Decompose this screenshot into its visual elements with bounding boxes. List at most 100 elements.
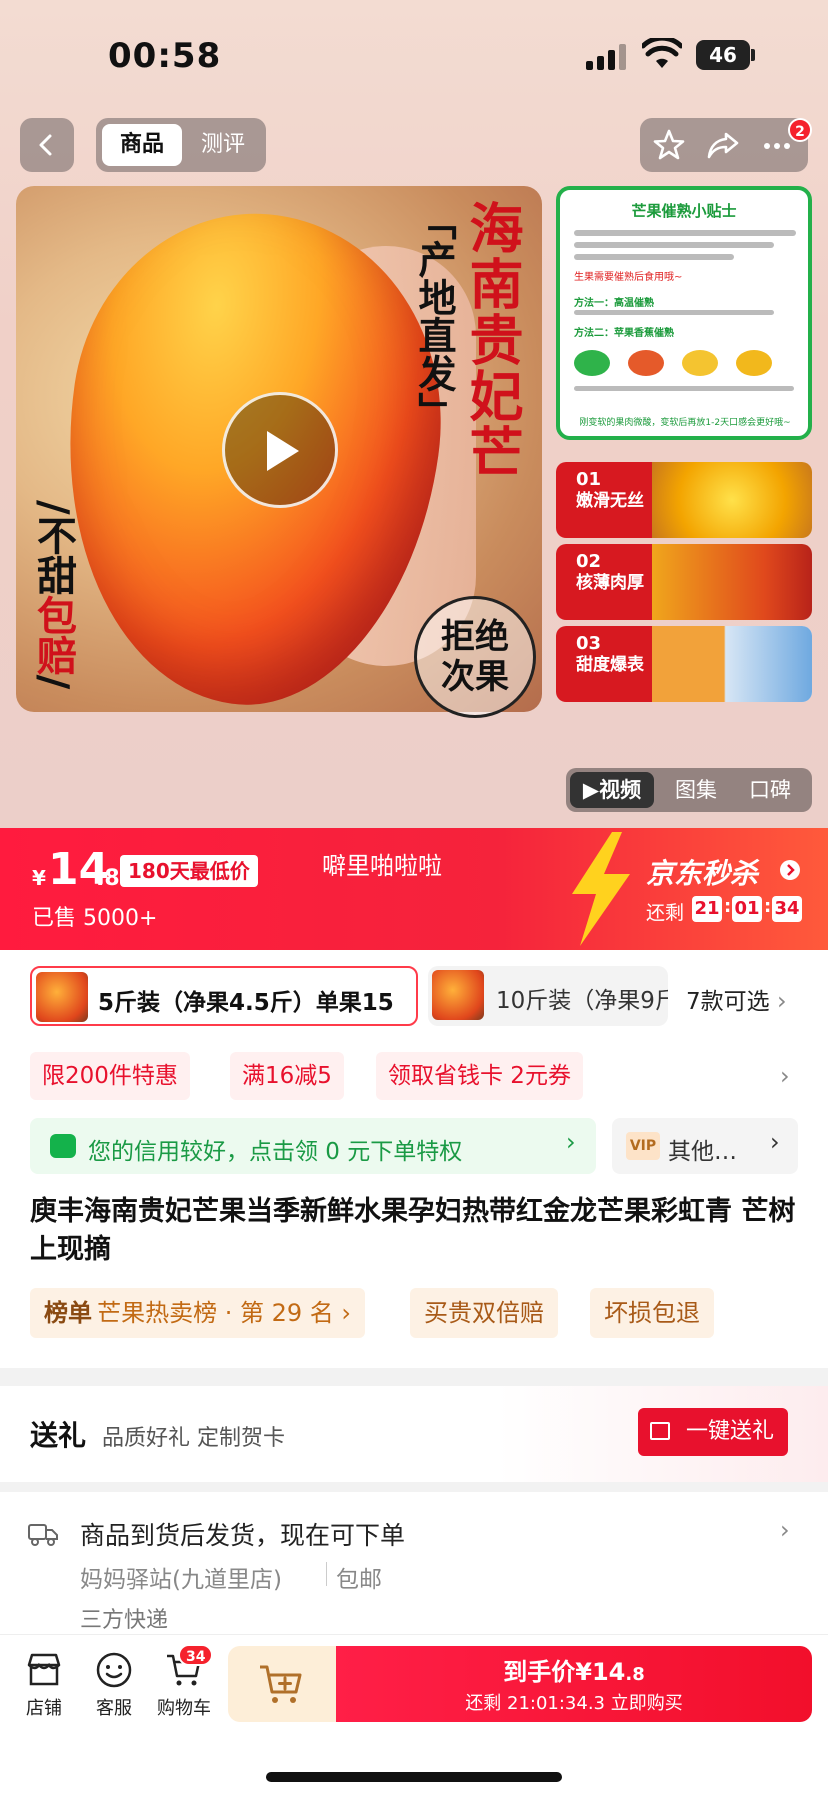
battery-indicator: 46 <box>696 40 750 70</box>
mango-cut-icon <box>736 350 772 376</box>
hero-title-text: 海南贵妃芒 <box>460 200 524 480</box>
play-video-button[interactable] <box>222 392 338 508</box>
shipping-chevron-icon[interactable]: › <box>780 1516 790 1544</box>
feature-number: 02 <box>576 551 602 572</box>
spec-thumbnail <box>432 970 484 1020</box>
chevron-right-icon: › <box>566 1128 576 1156</box>
seckill-arrow-icon[interactable] <box>780 860 800 880</box>
lightning-icon <box>572 832 630 946</box>
tab-review[interactable]: 测评 <box>186 124 260 166</box>
back-button[interactable] <box>20 118 74 172</box>
tip-text-line <box>574 254 734 260</box>
promo-tag[interactable]: 限200件特惠 <box>30 1052 190 1100</box>
feature-label: 02 核薄肉厚 <box>556 544 652 620</box>
feature-thumbnail-1[interactable]: 01 嫩滑无丝 <box>556 462 812 538</box>
price-currency: ¥ <box>32 866 46 890</box>
send-gift-button[interactable]: 一键送礼 <box>638 1408 788 1456</box>
tip-warning: 生果需要催熟后食用哦~ <box>574 272 683 283</box>
play-icon <box>267 431 299 471</box>
feature-thumbnail-2[interactable]: 02 核薄肉厚 <box>556 544 812 620</box>
countdown-label: 还剩 <box>646 902 685 924</box>
not-sweet-refund-text: /不甜包赔/ <box>30 500 77 690</box>
spec-option[interactable]: 10斤装（净果9斤） <box>428 966 668 1026</box>
spec-more-label: 7款可选 <box>686 989 770 1015</box>
tip-method-2: 方法二：苹果香蕉催熟 <box>574 328 674 339</box>
promo-tag[interactable]: 满16减5 <box>230 1052 344 1100</box>
promo-tag[interactable]: 领取省钱卡 2元券 <box>376 1052 583 1100</box>
feature-image <box>652 626 812 702</box>
send-gift-label: 一键送礼 <box>685 1419 774 1444</box>
media-tab-gallery[interactable]: 图集 <box>658 772 734 808</box>
shopping-bag-icon <box>50 1134 76 1158</box>
ranking-badge[interactable]: 榜单 芒果热卖榜 · 第 29 名 › <box>30 1288 366 1338</box>
vip-privilege-button[interactable]: VIP 其他… › <box>612 1118 798 1174</box>
chevron-right-icon: › <box>776 987 787 1015</box>
seckill-label[interactable]: 京东秒杀 <box>646 852 758 892</box>
feature-image <box>652 462 812 538</box>
divider <box>326 1562 327 1586</box>
store-icon <box>27 1653 61 1686</box>
stamp-text: 拒绝次果 <box>441 617 509 697</box>
feature-text: 嫩滑无丝 <box>576 491 644 511</box>
buy-price-decimal: .8 <box>625 1664 645 1685</box>
feature-text: 核薄肉厚 <box>576 573 644 593</box>
tip-footer: 刚变软的果肉微酸，变软后再放1-2天口感会更好哦~ <box>579 418 791 428</box>
origin-text: 「产地直发」 <box>412 202 457 430</box>
wifi-icon <box>642 38 682 68</box>
spec-thumbnail <box>36 972 88 1022</box>
price-decimal: .8 <box>96 866 120 891</box>
credit-privilege-bar[interactable]: 您的信用较好，点击领 0 元下单特权 › <box>30 1118 596 1174</box>
free-shipping: 包邮 <box>336 1567 382 1593</box>
buy-price-symbol: ¥ <box>575 1658 592 1686</box>
buy-price-label: 到手价 <box>503 1658 576 1686</box>
vip-badge: VIP <box>626 1132 660 1160</box>
ripening-tips-thumbnail[interactable]: 芒果催熟小贴士 生果需要催熟后食用哦~ 方法一：高温催熟 方法二：苹果香蕉催熟 … <box>556 186 812 440</box>
product-title: 庾丰海南贵妃芒果当季新鲜水果孕妇热带红金龙芒果彩虹青 芒树上现摘 <box>30 1196 796 1265</box>
banner-slogan: 噼里啪啦啦 <box>322 852 442 880</box>
mango-apple-icon <box>628 350 664 376</box>
mango-green-icon <box>574 350 610 376</box>
spec-option-selected[interactable]: 5斤装（净果4.5斤）单果15 <box>30 966 418 1026</box>
star-icon[interactable] <box>652 128 686 162</box>
feature-thumbnail-3[interactable]: 03 甜度爆表 <box>556 626 812 702</box>
feature-label: 01 嫩滑无丝 <box>556 462 652 538</box>
sold-count: 已售 5000+ <box>32 906 158 931</box>
feature-number: 03 <box>576 633 602 654</box>
credit-text: 您的信用较好，点击领 0 元下单特权 <box>88 1139 463 1165</box>
media-tab-video[interactable]: ▶视频 <box>570 772 654 808</box>
gift-subtitle: 品质好礼 定制贺卡 <box>102 1426 285 1451</box>
tab-product[interactable]: 商品 <box>102 124 182 166</box>
media-tab-reviews[interactable]: 口碑 <box>732 772 808 808</box>
add-to-cart-button[interactable] <box>228 1646 338 1722</box>
spec-more-button[interactable]: 7款可选 › <box>686 982 787 1016</box>
chevron-right-icon: › <box>770 1128 780 1156</box>
promo-chevron-icon[interactable]: › <box>780 1062 790 1090</box>
tip-text-line <box>574 230 796 236</box>
status-time: 00:58 <box>108 36 222 76</box>
countdown-colon: : <box>764 896 772 917</box>
mango-soft-icon <box>682 350 718 376</box>
feature-label: 03 甜度爆表 <box>556 626 652 702</box>
guarantee-tag[interactable]: 坏损包退 <box>590 1288 714 1338</box>
cart-count-badge: 34 <box>178 1644 214 1666</box>
truck-icon <box>28 1524 58 1546</box>
customer-service-button[interactable]: 客服 <box>74 1650 154 1720</box>
guarantee-tag[interactable]: 买贵双倍赔 <box>410 1288 558 1338</box>
shop-button[interactable]: 店铺 <box>4 1650 84 1720</box>
share-icon[interactable] <box>706 128 740 162</box>
quality-stamp: 拒绝次果 <box>414 596 536 718</box>
tip-text-line <box>574 242 774 248</box>
countdown-seconds: 34 <box>772 896 802 922</box>
not-sweet-text-2: / <box>30 674 77 690</box>
more-badge: 2 <box>788 118 812 142</box>
tip-method-1: 方法一：高温催熟 <box>574 298 654 309</box>
buy-price: 到手价¥14.8 <box>336 1652 812 1687</box>
add-cart-icon <box>260 1665 302 1703</box>
not-sweet-text-1: /不甜 <box>30 500 77 595</box>
home-indicator <box>266 1772 562 1782</box>
not-sweet-text-red: 包赔 <box>30 594 77 675</box>
buy-now-button[interactable]: 到手价¥14.8 还剩 21:01:34.3 立即购买 <box>336 1646 812 1722</box>
spec-label: 5斤装（净果4.5斤）单果15 <box>98 990 394 1016</box>
buy-price-integer: 14 <box>591 1658 626 1686</box>
countdown-minutes: 01 <box>732 896 762 922</box>
